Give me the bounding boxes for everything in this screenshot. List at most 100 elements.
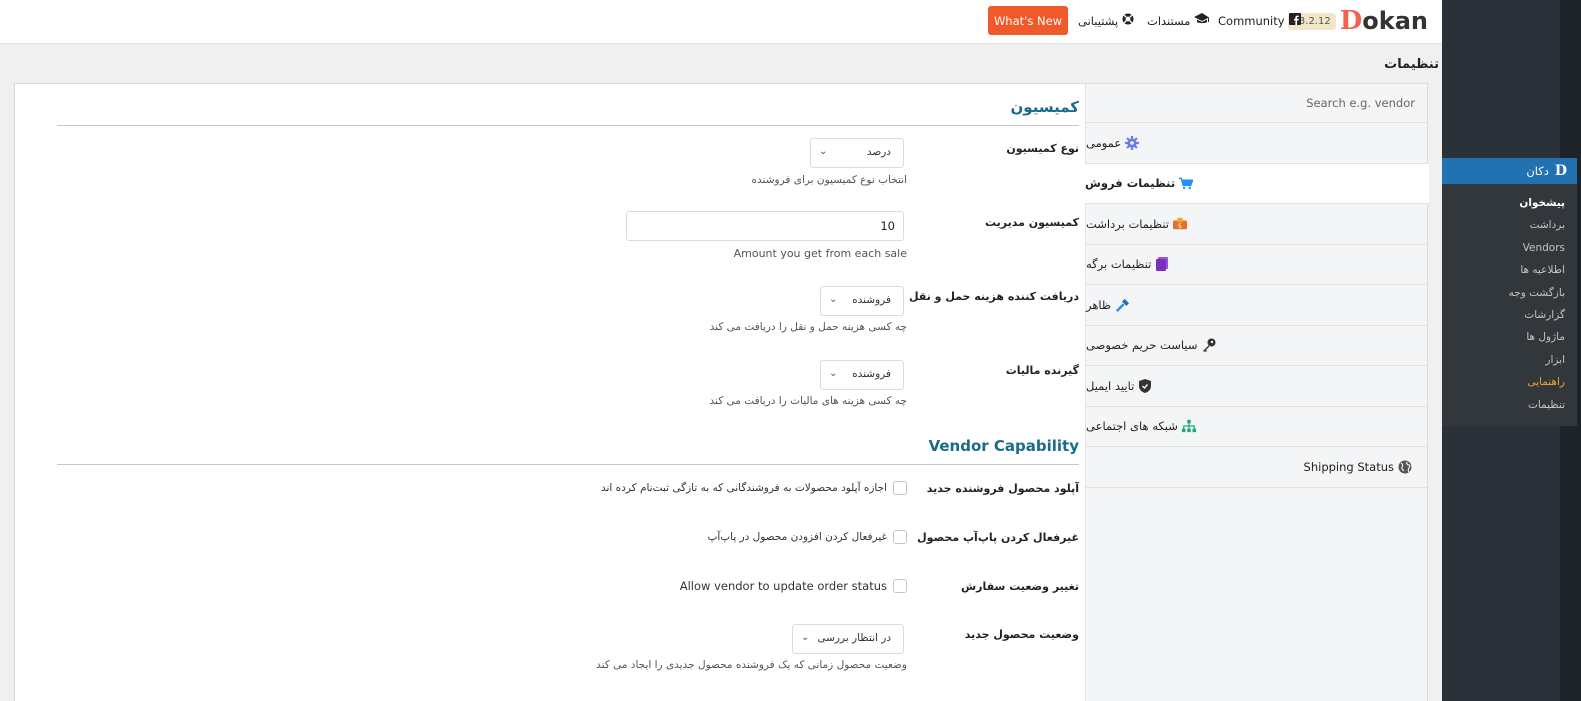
commission-type-value: درصد	[866, 146, 891, 158]
whats-new-button[interactable]: What's New	[988, 6, 1068, 35]
commission-section-title: کمیسیون	[1010, 98, 1080, 116]
disable-product-popup-option[interactable]: غیرفعال کردن افزودن محصول در پاپ‌آپ	[707, 530, 907, 544]
support-link[interactable]: پشتیبانی	[1078, 13, 1134, 28]
dokan-logo-mark: D	[1339, 6, 1363, 36]
commission-type-label: نوع کمیسیون	[1006, 142, 1079, 155]
disable-product-popup-checkbox[interactable]	[893, 530, 907, 544]
order-status-change-option[interactable]: Allow vendor to update order status	[680, 579, 907, 593]
shipping-fee-recipient-help: چه کسی هزینه حمل و نقل را دریافت می کند	[709, 321, 907, 333]
tax-fee-recipient-help: چه کسی هزینه های مالیات را دریافت می کند	[709, 395, 907, 407]
tax-fee-recipient-label: گیرنده مالیات	[1005, 364, 1079, 377]
new-vendor-upload-label: آپلود محصول فروشنده جدید	[926, 482, 1079, 495]
tax-fee-recipient-select[interactable]: فروشنده ⌄	[820, 360, 904, 390]
admin-submenu-tools[interactable]: ابزار	[1442, 349, 1577, 371]
admin-sidebar: دکان D پیشخوان برداشت Vendors اطلاعیه ها…	[1436, 0, 1581, 701]
nav-item-label: ظاهر	[1086, 297, 1112, 312]
selling-settings-form: کمیسیون نوع کمیسیون درصد ⌄ انتخاب نوع کم…	[15, 84, 1087, 701]
commission-type-help: انتخاب نوع کمیسیون برای فروشنده	[751, 174, 907, 186]
gear-icon	[1125, 135, 1140, 150]
new-vendor-upload-checkbox[interactable]	[893, 481, 907, 495]
new-product-status-label: وضعیت محصول جدید	[964, 628, 1079, 641]
order-status-change-checkbox[interactable]	[893, 579, 907, 593]
nav-item-label: سیاست حریم خصوصی	[1086, 338, 1198, 353]
admin-commission-input[interactable]	[626, 211, 904, 241]
new-vendor-upload-option[interactable]: اجازه آپلود محصولات به فروشندگانی که به …	[601, 481, 907, 495]
page-title: تنظیمات	[1384, 57, 1439, 72]
new-product-status-select[interactable]: در انتظار بررسی ⌄	[792, 624, 904, 654]
community-label: Community	[1218, 13, 1285, 28]
admin-submenu-help[interactable]: راهنمایی	[1442, 371, 1577, 393]
section-divider	[57, 125, 1079, 126]
brush-icon	[1115, 298, 1130, 312]
support-label: پشتیبانی	[1078, 13, 1119, 28]
withdraw-icon: $	[1173, 217, 1187, 231]
nav-item-social[interactable]: شبکه های اجتماعی	[1086, 407, 1427, 447]
admin-submenu-settings[interactable]: تنظیمات	[1442, 394, 1577, 416]
chevron-down-icon: ⌄	[829, 294, 838, 305]
commission-type-select[interactable]: درصد ⌄	[810, 138, 904, 168]
settings-panel: عمومی تنظیمات فروش $ تنظیمات برداشت تنظی…	[14, 83, 1429, 701]
nav-item-pages[interactable]: تنظیمات برگه	[1086, 245, 1427, 285]
nav-item-appearance[interactable]: ظاهر	[1086, 285, 1427, 326]
order-status-change-label: تغییر وضعیت سفارش	[960, 580, 1079, 593]
nav-item-label: تنظیمات برگه	[1086, 257, 1152, 272]
vendor-capability-title: Vendor Capability	[928, 437, 1079, 455]
dokan-logo-text: okan	[1362, 7, 1428, 35]
admin-commission-label: کمیسیون مدیریت	[985, 216, 1079, 229]
nav-item-selling[interactable]: تنظیمات فروش	[1085, 163, 1429, 204]
chevron-down-icon: ⌄	[819, 146, 828, 157]
admin-menu-dokan-label: دکان	[1526, 164, 1549, 178]
settings-search-input[interactable]	[1086, 83, 1427, 123]
shipping-fee-recipient-select[interactable]: فروشنده ⌄	[820, 286, 904, 316]
nav-item-email-verification[interactable]: تایید ایمیل	[1086, 366, 1427, 407]
current-menu-arrow	[1436, 165, 1442, 177]
settings-search	[1086, 83, 1427, 123]
community-link[interactable]: Community	[1218, 13, 1301, 28]
shipping-fee-recipient-label: دریافت کننده هزینه حمل و نقل	[908, 290, 1079, 303]
admin-commission-help: Amount you get from each sale	[733, 247, 907, 260]
cart-icon	[1179, 176, 1194, 190]
top-bar: v3.2.12 D okan Community مستندات پشتیبان…	[0, 0, 1442, 44]
shield-icon	[1138, 378, 1152, 393]
settings-nav: عمومی تنظیمات فروش $ تنظیمات برداشت تنظی…	[1085, 83, 1429, 701]
new-product-status-value: در انتظار بررسی	[817, 632, 891, 644]
admin-submenu-announcements[interactable]: اطلاعیه ها	[1442, 259, 1577, 281]
facebook-icon	[1288, 13, 1301, 28]
admin-submenu: پیشخوان برداشت Vendors اطلاعیه ها بازگشت…	[1442, 184, 1577, 416]
admin-menu-dokan[interactable]: دکان D	[1442, 158, 1577, 184]
dokan-brand: v3.2.12 D okan	[1287, 6, 1428, 36]
docs-label: مستندات	[1147, 13, 1191, 28]
admin-submenu-withdraw[interactable]: برداشت	[1442, 214, 1577, 236]
nav-item-label: تنظیمات فروش	[1085, 176, 1176, 191]
admin-submenu-dashboard[interactable]: پیشخوان	[1442, 192, 1577, 214]
svg-text:$: $	[1178, 223, 1182, 230]
dokan-admin-menu: دکان D پیشخوان برداشت Vendors اطلاعیه ها…	[1436, 158, 1577, 426]
section-divider	[57, 464, 1079, 465]
nav-item-privacy[interactable]: سیاست حریم خصوصی	[1086, 326, 1427, 366]
new-product-status-help: وضعیت محصول زمانی که یک فروشنده محصول جد…	[596, 659, 907, 671]
admin-submenu-reports[interactable]: گزارشات	[1442, 304, 1577, 326]
nav-item-shipping-status[interactable]: Shipping Status	[1086, 447, 1427, 488]
order-status-change-text: Allow vendor to update order status	[679, 579, 887, 593]
nav-item-withdraw[interactable]: $ تنظیمات برداشت	[1086, 204, 1427, 245]
life-ring-icon	[1122, 13, 1134, 28]
globe-icon	[1398, 460, 1412, 474]
graduation-cap-icon	[1194, 13, 1210, 28]
disable-product-popup-label: غیرفعال کردن پاپ‌آپ محصول	[917, 531, 1079, 544]
nav-item-general[interactable]: عمومی	[1086, 123, 1427, 164]
docs-link[interactable]: مستندات	[1147, 13, 1210, 28]
admin-submenu-vendors[interactable]: Vendors	[1442, 237, 1577, 259]
tax-fee-recipient-value: فروشنده	[852, 368, 891, 380]
nav-item-label: شبکه های اجتماعی	[1086, 419, 1178, 434]
new-vendor-upload-text: اجازه آپلود محصولات به فروشندگانی که به …	[600, 482, 887, 494]
sitemap-icon	[1181, 419, 1196, 433]
page-icon	[1155, 257, 1169, 272]
admin-submenu-modules[interactable]: ماژول ها	[1442, 326, 1577, 348]
dokan-menu-icon: D	[1554, 163, 1567, 179]
key-icon	[1202, 338, 1216, 353]
nav-item-label: تنظیمات برداشت	[1086, 216, 1169, 231]
shipping-fee-recipient-value: فروشنده	[852, 294, 891, 306]
disable-product-popup-text: غیرفعال کردن افزودن محصول در پاپ‌آپ	[707, 531, 887, 543]
admin-submenu-refunds[interactable]: بازگشت وجه	[1442, 282, 1577, 304]
nav-item-label: Shipping Status	[1303, 459, 1394, 474]
